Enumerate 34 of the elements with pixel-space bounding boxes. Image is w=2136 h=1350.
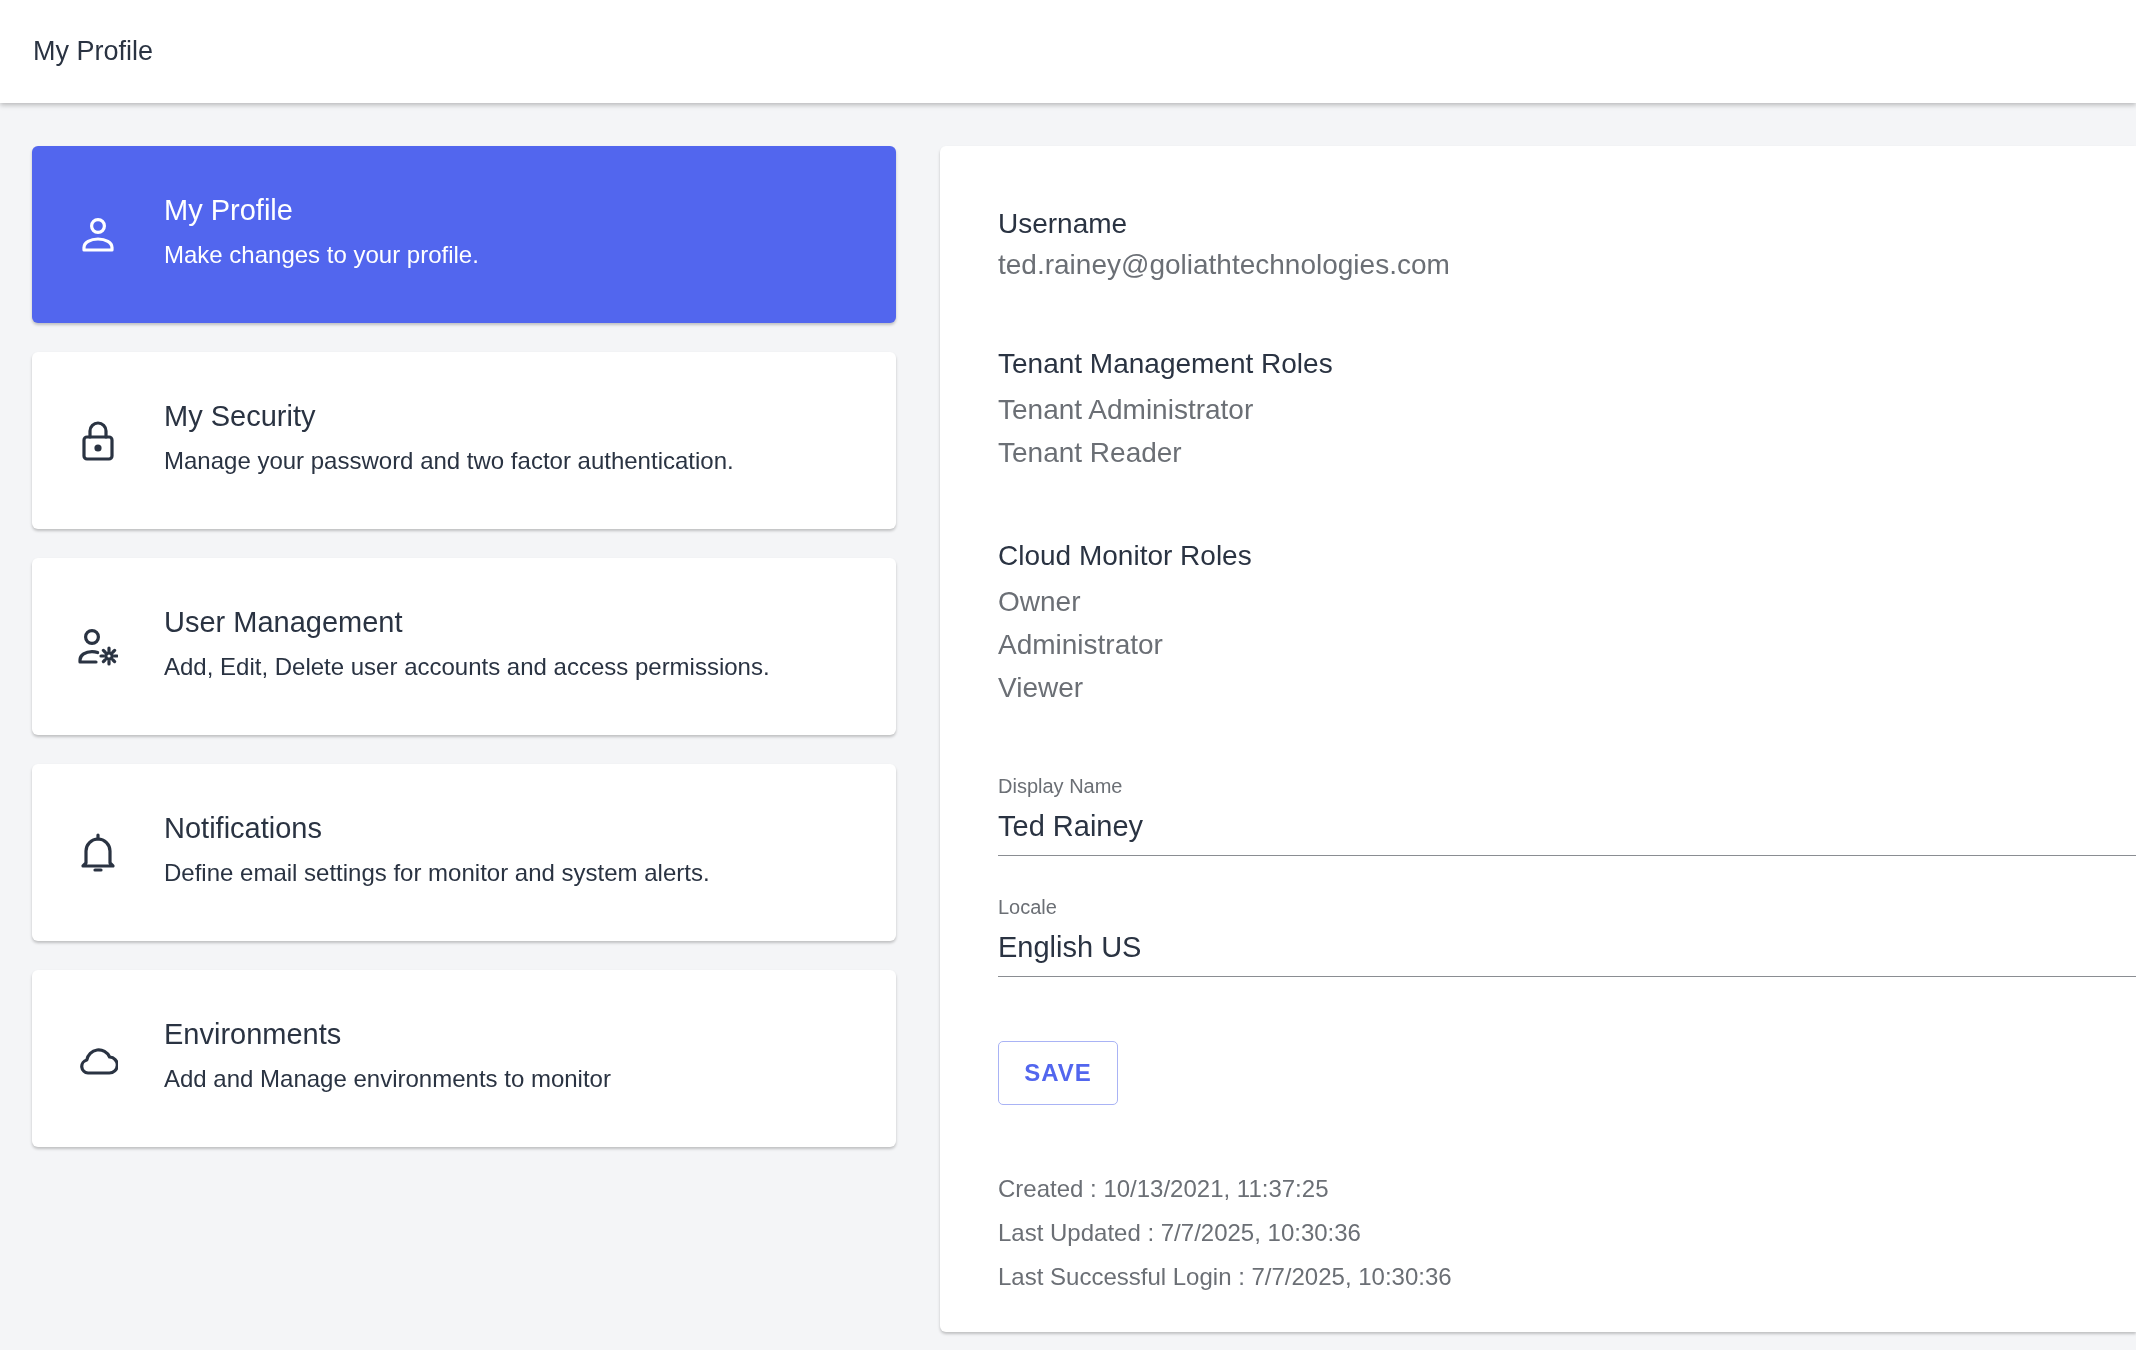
card-description: Manage your password and two factor authentication. [164,447,734,475]
user-gear-icon [78,626,118,667]
section-label: Username [998,208,1129,240]
section-value: Viewer [998,671,1085,705]
card-title: My Security [164,400,317,433]
save-button[interactable]: SAVE [998,1041,1118,1105]
menu-card[interactable]: User Management Add, Edit, Delete user accounts and access permissions. [32,558,896,735]
section-value: Owner [998,585,1082,619]
section-value: ted.rainey@goliathtechnologies.com [998,248,1451,282]
field-label: Locale [998,896,1058,919]
section-label: Cloud Monitor Roles [998,540,1253,572]
menu-card[interactable]: Environments Add and Manage environments to monitor [32,970,896,1147]
card-description: Add and Manage environments to monitor [164,1065,611,1093]
section-value: Administrator [998,628,1164,662]
text-field[interactable]: Ted Rainey [998,810,2136,856]
card-description: Add, Edit, Delete user accounts and access permissions. [164,653,770,681]
section-value: Tenant Reader [998,436,1183,470]
timestamp-text: Created : 10/13/2021, 11:37:25 [998,1175,1330,1203]
timestamp-text: Last Updated : 7/7/2025, 10:30:36 [998,1219,1362,1247]
card-title: Environments [164,1018,343,1051]
field-label: Display Name [998,775,1124,798]
card-title: User Management [164,606,404,639]
card-title: My Profile [164,194,294,227]
page-title: My Profile [33,36,154,67]
section-label: Tenant Management Roles [998,348,1334,380]
menu-card[interactable]: My Profile Make changes to your profile. [32,146,896,323]
card-description: Make changes to your profile. [164,241,479,269]
card-description: Define email settings for monitor and system alerts. [164,859,710,887]
timestamp-text: Last Successful Login : 7/7/2025, 10:30:36 [998,1263,1453,1291]
text-field[interactable]: English US [998,931,2136,977]
menu-card[interactable]: My Security Manage your password and two factor authentication. [32,352,896,529]
menu-card[interactable]: Notifications Define email settings for monitor and system alerts. [32,764,896,941]
card-title: Notifications [164,812,323,845]
section-value: Tenant Administrator [998,393,1255,427]
